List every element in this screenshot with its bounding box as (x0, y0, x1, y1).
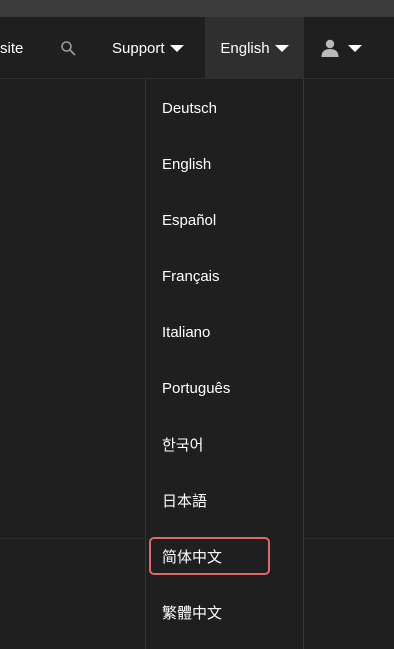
language-option-label: Français (162, 267, 220, 285)
language-menu-button[interactable]: English (205, 17, 304, 79)
language-option-japanese[interactable]: 日本語 (146, 472, 303, 528)
language-label: English (220, 39, 270, 57)
language-option-italiano[interactable]: Italiano (146, 304, 303, 360)
language-option-francais[interactable]: Français (146, 248, 303, 304)
language-option-label: 日本語 (162, 492, 208, 510)
language-dropdown: Deutsch English Español Français Italian… (145, 79, 304, 649)
language-option-deutsch[interactable]: Deutsch (146, 80, 303, 136)
language-option-simplified-chinese[interactable]: 简体中文 (146, 528, 303, 584)
caret-down-icon (169, 45, 184, 52)
search-icon (61, 41, 76, 56)
top-strip (0, 0, 394, 17)
language-option-label: 한국어 (162, 436, 204, 454)
user-menu-button[interactable] (320, 17, 362, 79)
language-option-label: English (162, 155, 212, 173)
caret-down-icon (274, 45, 289, 52)
language-option-label: Italiano (162, 323, 211, 341)
nav-site-link[interactable]: site (0, 17, 23, 79)
search-button[interactable] (58, 17, 78, 79)
language-option-traditional-chinese[interactable]: 繁體中文 (146, 584, 303, 640)
support-label: Support (112, 39, 165, 57)
language-option-english[interactable]: English (146, 136, 303, 192)
caret-down-icon (348, 45, 362, 52)
language-option-label: Deutsch (162, 99, 218, 117)
language-option-portugues[interactable]: Português (146, 360, 303, 416)
navbar: site Support English (0, 17, 394, 79)
language-option-label: 简体中文 (162, 548, 223, 566)
support-menu-button[interactable]: Support (112, 17, 184, 79)
language-option-label: 繁體中文 (162, 604, 223, 622)
language-option-label: Português (162, 379, 231, 397)
language-option-korean[interactable]: 한국어 (146, 416, 303, 472)
user-icon (321, 39, 339, 57)
nav-site-label: site (0, 39, 24, 57)
language-option-label: Español (162, 211, 217, 229)
language-option-espanol[interactable]: Español (146, 192, 303, 248)
